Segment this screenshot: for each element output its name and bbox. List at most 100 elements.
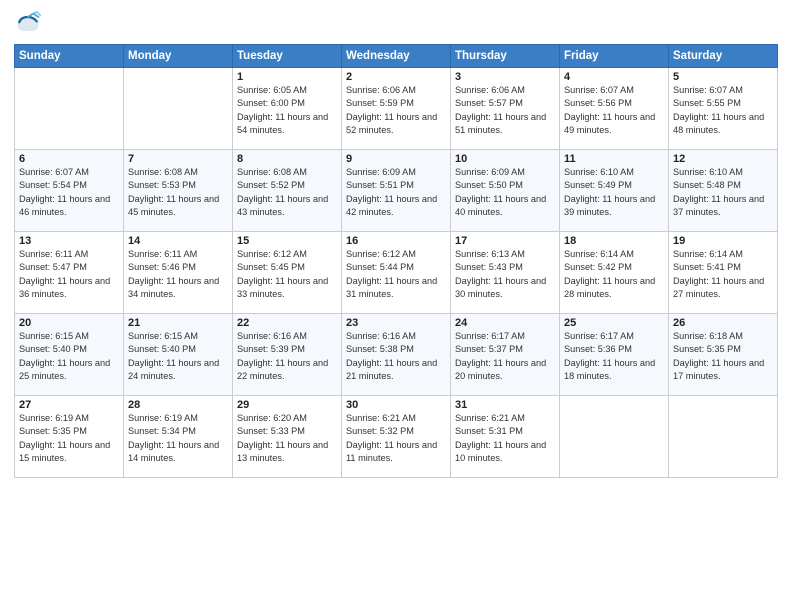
daylight-text: Daylight: 11 hours and 54 minutes.: [237, 111, 337, 138]
day-number: 22: [237, 317, 337, 329]
daylight-text: Daylight: 11 hours and 24 minutes.: [128, 357, 228, 384]
sunrise-text: Sunrise: 6:11 AM: [128, 248, 228, 261]
day-number: 20: [19, 317, 119, 329]
day-info: Sunrise: 6:07 AMSunset: 5:55 PMDaylight:…: [673, 84, 773, 137]
daylight-text: Daylight: 11 hours and 31 minutes.: [346, 275, 446, 302]
sunrise-text: Sunrise: 6:06 AM: [346, 84, 446, 97]
day-info: Sunrise: 6:14 AMSunset: 5:42 PMDaylight:…: [564, 248, 664, 301]
daylight-text: Daylight: 11 hours and 51 minutes.: [455, 111, 555, 138]
day-cell: 20Sunrise: 6:15 AMSunset: 5:40 PMDayligh…: [15, 314, 124, 396]
day-number: 13: [19, 235, 119, 247]
day-info: Sunrise: 6:13 AMSunset: 5:43 PMDaylight:…: [455, 248, 555, 301]
sunset-text: Sunset: 5:32 PM: [346, 425, 446, 438]
day-number: 26: [673, 317, 773, 329]
sunset-text: Sunset: 5:44 PM: [346, 261, 446, 274]
daylight-text: Daylight: 11 hours and 37 minutes.: [673, 193, 773, 220]
sunset-text: Sunset: 5:48 PM: [673, 179, 773, 192]
weekday-header-monday: Monday: [124, 45, 233, 68]
logo: [14, 10, 46, 38]
day-number: 21: [128, 317, 228, 329]
sunrise-text: Sunrise: 6:16 AM: [237, 330, 337, 343]
day-cell: 4Sunrise: 6:07 AMSunset: 5:56 PMDaylight…: [560, 68, 669, 150]
sunrise-text: Sunrise: 6:12 AM: [237, 248, 337, 261]
weekday-header-row: SundayMondayTuesdayWednesdayThursdayFrid…: [15, 45, 778, 68]
day-cell: 2Sunrise: 6:06 AMSunset: 5:59 PMDaylight…: [342, 68, 451, 150]
sunrise-text: Sunrise: 6:17 AM: [564, 330, 664, 343]
sunrise-text: Sunrise: 6:09 AM: [455, 166, 555, 179]
day-info: Sunrise: 6:18 AMSunset: 5:35 PMDaylight:…: [673, 330, 773, 383]
daylight-text: Daylight: 11 hours and 20 minutes.: [455, 357, 555, 384]
sunset-text: Sunset: 5:54 PM: [19, 179, 119, 192]
day-cell: [669, 396, 778, 478]
day-info: Sunrise: 6:21 AMSunset: 5:31 PMDaylight:…: [455, 412, 555, 465]
day-cell: [560, 396, 669, 478]
day-number: 28: [128, 399, 228, 411]
daylight-text: Daylight: 11 hours and 21 minutes.: [346, 357, 446, 384]
day-number: 12: [673, 153, 773, 165]
day-number: 4: [564, 71, 664, 83]
daylight-text: Daylight: 11 hours and 11 minutes.: [346, 439, 446, 466]
sunset-text: Sunset: 5:35 PM: [19, 425, 119, 438]
day-cell: 26Sunrise: 6:18 AMSunset: 5:35 PMDayligh…: [669, 314, 778, 396]
sunrise-text: Sunrise: 6:10 AM: [564, 166, 664, 179]
day-cell: 31Sunrise: 6:21 AMSunset: 5:31 PMDayligh…: [451, 396, 560, 478]
sunrise-text: Sunrise: 6:11 AM: [19, 248, 119, 261]
daylight-text: Daylight: 11 hours and 46 minutes.: [19, 193, 119, 220]
daylight-text: Daylight: 11 hours and 30 minutes.: [455, 275, 555, 302]
day-info: Sunrise: 6:09 AMSunset: 5:50 PMDaylight:…: [455, 166, 555, 219]
sunrise-text: Sunrise: 6:15 AM: [128, 330, 228, 343]
daylight-text: Daylight: 11 hours and 22 minutes.: [237, 357, 337, 384]
sunrise-text: Sunrise: 6:12 AM: [346, 248, 446, 261]
sunset-text: Sunset: 5:45 PM: [237, 261, 337, 274]
sunrise-text: Sunrise: 6:16 AM: [346, 330, 446, 343]
sunset-text: Sunset: 5:39 PM: [237, 343, 337, 356]
daylight-text: Daylight: 11 hours and 39 minutes.: [564, 193, 664, 220]
sunset-text: Sunset: 5:33 PM: [237, 425, 337, 438]
day-cell: 7Sunrise: 6:08 AMSunset: 5:53 PMDaylight…: [124, 150, 233, 232]
week-row-3: 13Sunrise: 6:11 AMSunset: 5:47 PMDayligh…: [15, 232, 778, 314]
sunrise-text: Sunrise: 6:18 AM: [673, 330, 773, 343]
daylight-text: Daylight: 11 hours and 34 minutes.: [128, 275, 228, 302]
day-number: 7: [128, 153, 228, 165]
daylight-text: Daylight: 11 hours and 42 minutes.: [346, 193, 446, 220]
day-info: Sunrise: 6:11 AMSunset: 5:46 PMDaylight:…: [128, 248, 228, 301]
header: [14, 10, 778, 38]
day-cell: 25Sunrise: 6:17 AMSunset: 5:36 PMDayligh…: [560, 314, 669, 396]
daylight-text: Daylight: 11 hours and 14 minutes.: [128, 439, 228, 466]
daylight-text: Daylight: 11 hours and 25 minutes.: [19, 357, 119, 384]
week-row-5: 27Sunrise: 6:19 AMSunset: 5:35 PMDayligh…: [15, 396, 778, 478]
day-cell: 29Sunrise: 6:20 AMSunset: 5:33 PMDayligh…: [233, 396, 342, 478]
day-number: 31: [455, 399, 555, 411]
daylight-text: Daylight: 11 hours and 45 minutes.: [128, 193, 228, 220]
day-number: 8: [237, 153, 337, 165]
sunset-text: Sunset: 5:42 PM: [564, 261, 664, 274]
sunset-text: Sunset: 6:00 PM: [237, 97, 337, 110]
day-info: Sunrise: 6:10 AMSunset: 5:49 PMDaylight:…: [564, 166, 664, 219]
day-info: Sunrise: 6:11 AMSunset: 5:47 PMDaylight:…: [19, 248, 119, 301]
day-number: 18: [564, 235, 664, 247]
day-info: Sunrise: 6:16 AMSunset: 5:38 PMDaylight:…: [346, 330, 446, 383]
daylight-text: Daylight: 11 hours and 52 minutes.: [346, 111, 446, 138]
day-info: Sunrise: 6:16 AMSunset: 5:39 PMDaylight:…: [237, 330, 337, 383]
day-number: 16: [346, 235, 446, 247]
day-cell: 16Sunrise: 6:12 AMSunset: 5:44 PMDayligh…: [342, 232, 451, 314]
day-cell: 19Sunrise: 6:14 AMSunset: 5:41 PMDayligh…: [669, 232, 778, 314]
day-cell: 12Sunrise: 6:10 AMSunset: 5:48 PMDayligh…: [669, 150, 778, 232]
sunset-text: Sunset: 5:38 PM: [346, 343, 446, 356]
day-number: 6: [19, 153, 119, 165]
day-number: 5: [673, 71, 773, 83]
day-cell: 6Sunrise: 6:07 AMSunset: 5:54 PMDaylight…: [15, 150, 124, 232]
sunrise-text: Sunrise: 6:14 AM: [564, 248, 664, 261]
day-number: 2: [346, 71, 446, 83]
day-cell: 10Sunrise: 6:09 AMSunset: 5:50 PMDayligh…: [451, 150, 560, 232]
sunset-text: Sunset: 5:49 PM: [564, 179, 664, 192]
logo-icon: [14, 10, 42, 38]
daylight-text: Daylight: 11 hours and 49 minutes.: [564, 111, 664, 138]
day-cell: 14Sunrise: 6:11 AMSunset: 5:46 PMDayligh…: [124, 232, 233, 314]
day-number: 25: [564, 317, 664, 329]
sunrise-text: Sunrise: 6:06 AM: [455, 84, 555, 97]
sunset-text: Sunset: 5:40 PM: [128, 343, 228, 356]
sunrise-text: Sunrise: 6:07 AM: [19, 166, 119, 179]
day-cell: 3Sunrise: 6:06 AMSunset: 5:57 PMDaylight…: [451, 68, 560, 150]
sunrise-text: Sunrise: 6:21 AM: [346, 412, 446, 425]
